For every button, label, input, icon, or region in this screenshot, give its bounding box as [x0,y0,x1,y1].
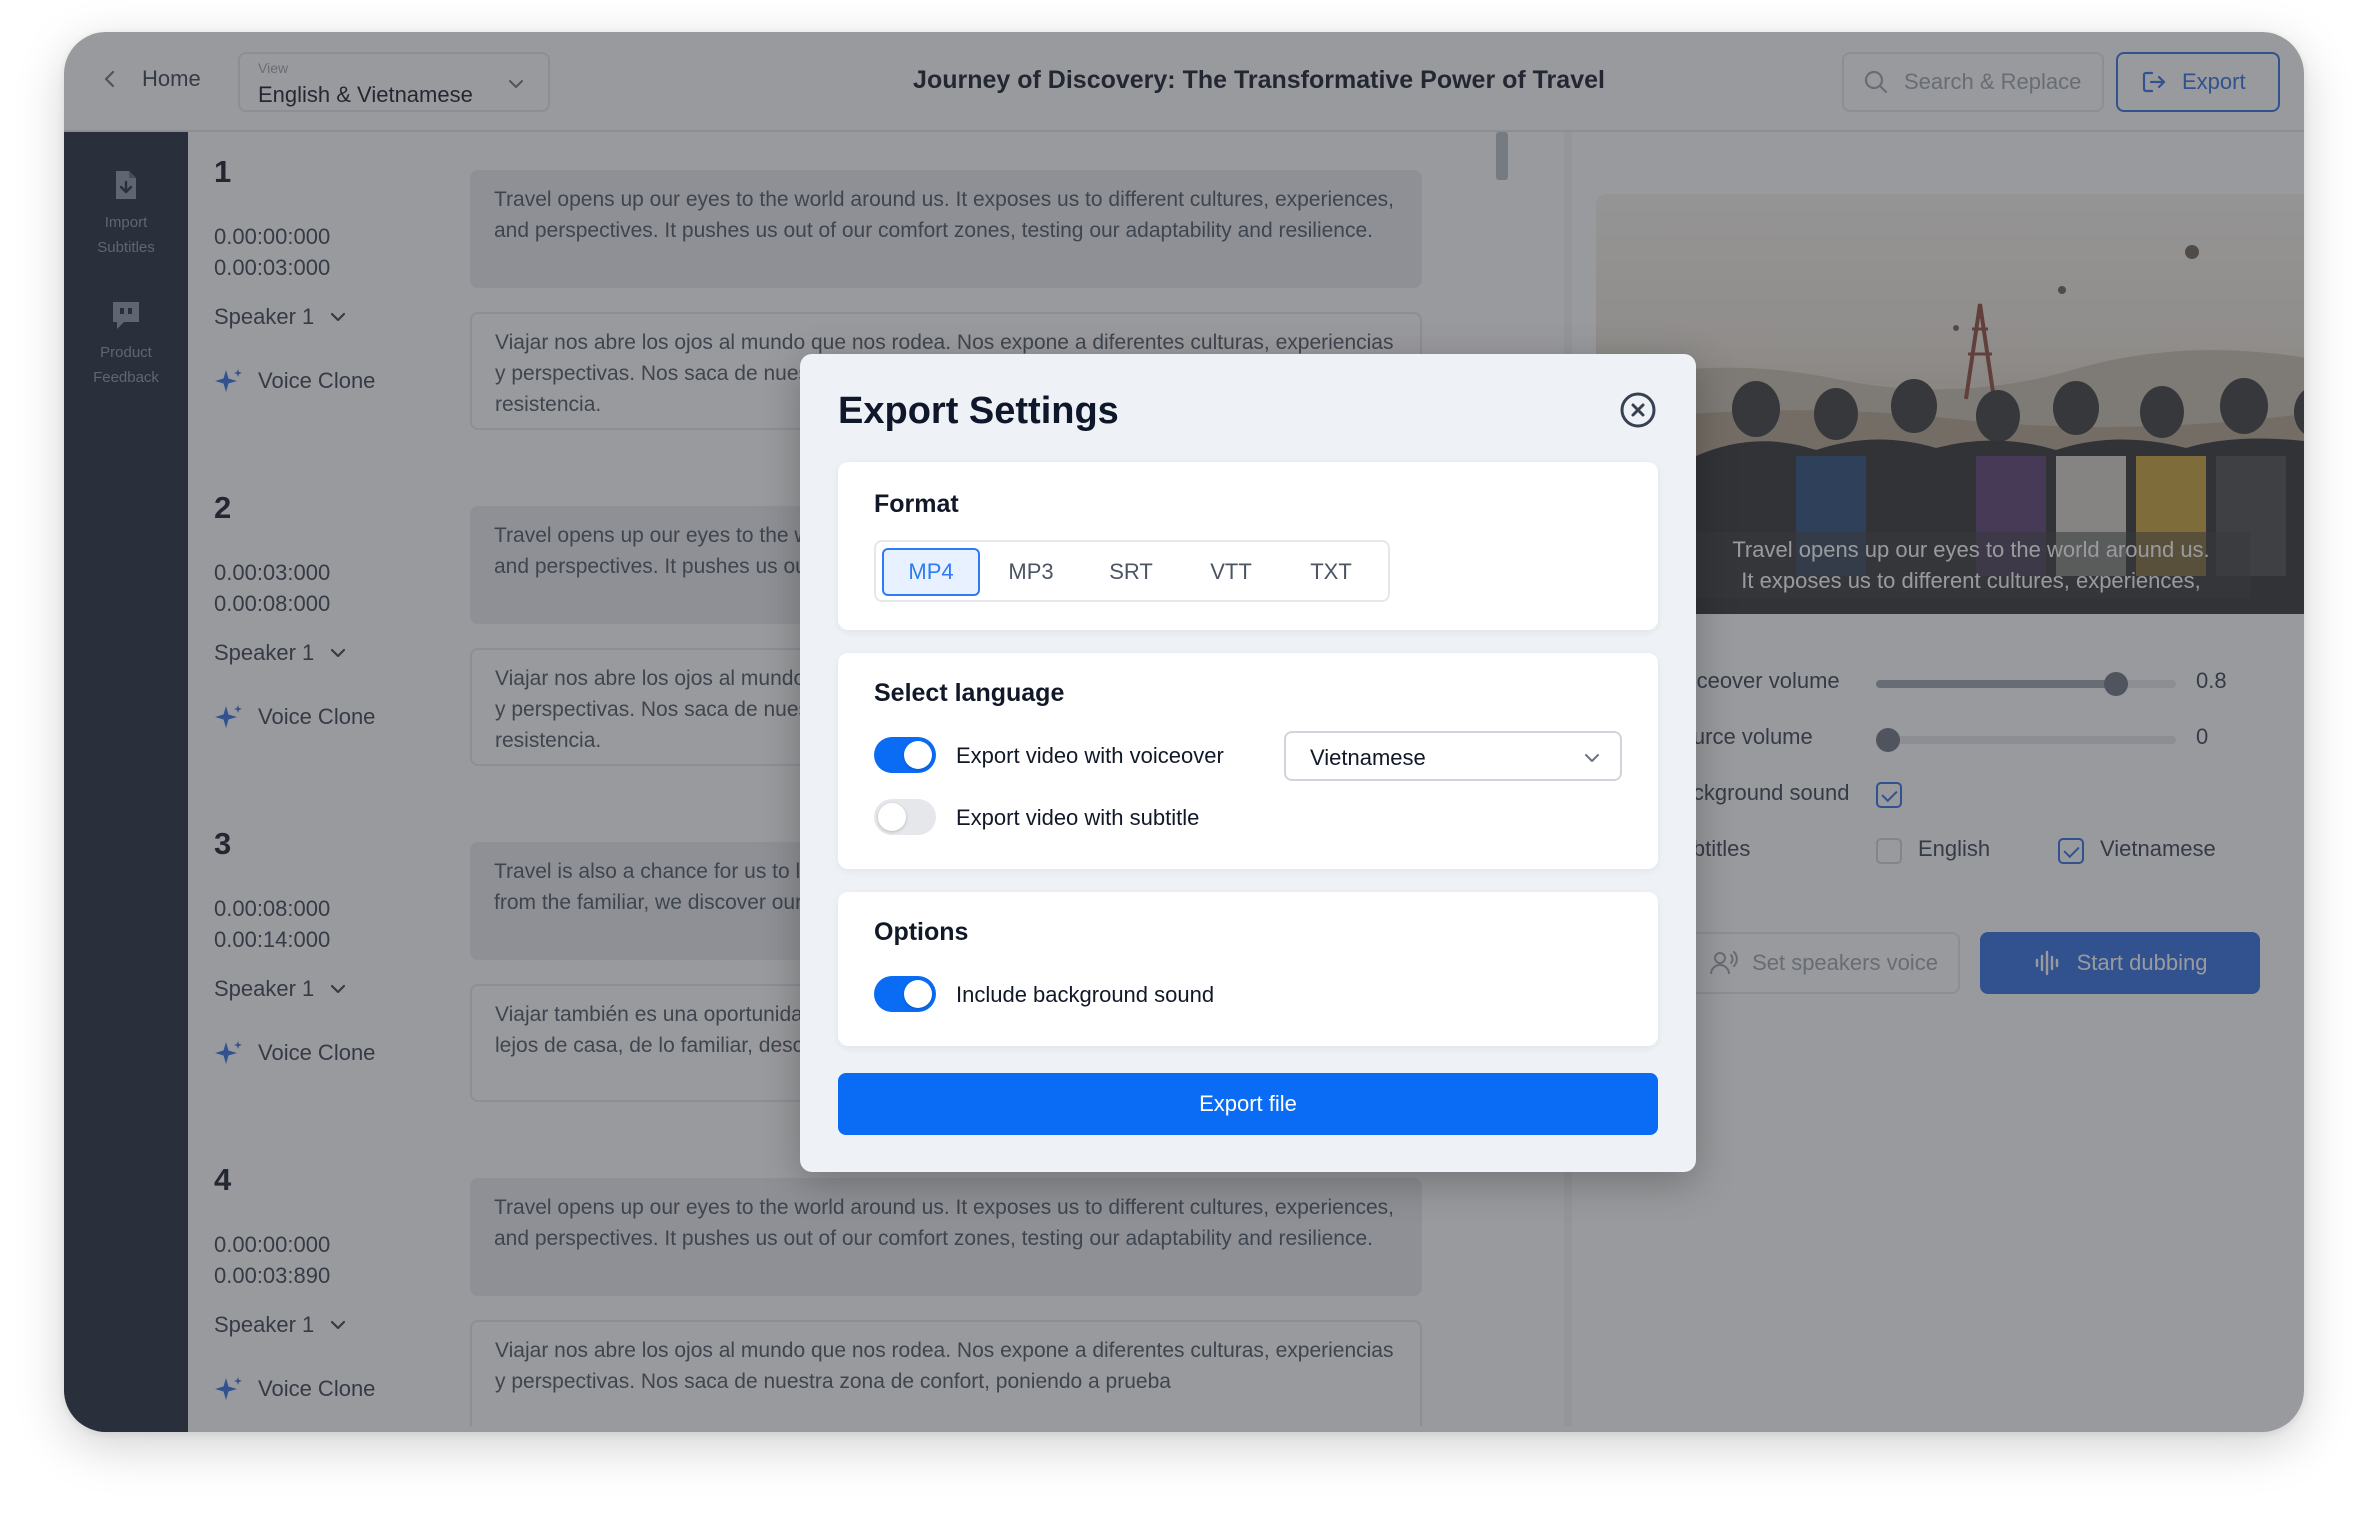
language-card: Select language Export video with voiceo… [838,653,1658,869]
format-card: Format MP4 MP3 SRT VTT TXT [838,462,1658,630]
options-card: Options Include background sound [838,892,1658,1046]
format-selector: MP4 MP3 SRT VTT TXT [874,540,1390,602]
app-window: Home View English & Vietnamese Journey o… [64,32,2304,1432]
close-icon[interactable] [1618,390,1658,430]
subtitle-toggle[interactable] [874,799,936,835]
dialog-title: Export Settings [838,390,1119,432]
language-value: Vietnamese [1310,745,1426,770]
format-option-vtt[interactable]: VTT [1182,548,1280,596]
format-option-txt[interactable]: TXT [1282,548,1380,596]
select-language-title: Select language [874,679,1065,707]
format-option-srt[interactable]: SRT [1082,548,1180,596]
subtitle-toggle-label: Export video with subtitle [956,805,1200,830]
chevron-down-icon [1585,754,1599,762]
language-dropdown[interactable]: Vietnamese [1284,731,1622,781]
background-sound-toggle[interactable] [874,976,936,1012]
format-option-mp4[interactable]: MP4 [882,548,980,596]
voiceover-toggle[interactable] [874,737,936,773]
export-file-button[interactable]: Export file [838,1073,1658,1135]
export-settings-dialog: Export Settings Format MP4 MP3 SRT VTT T… [800,354,1696,1172]
format-option-mp3[interactable]: MP3 [982,548,1080,596]
toggle-knob [904,980,932,1008]
format-title: Format [874,490,959,518]
background-sound-toggle-label: Include background sound [956,982,1215,1007]
options-title: Options [874,918,969,946]
toggle-knob [904,741,932,769]
voiceover-toggle-label: Export video with voiceover [956,743,1224,768]
toggle-knob [878,803,906,831]
